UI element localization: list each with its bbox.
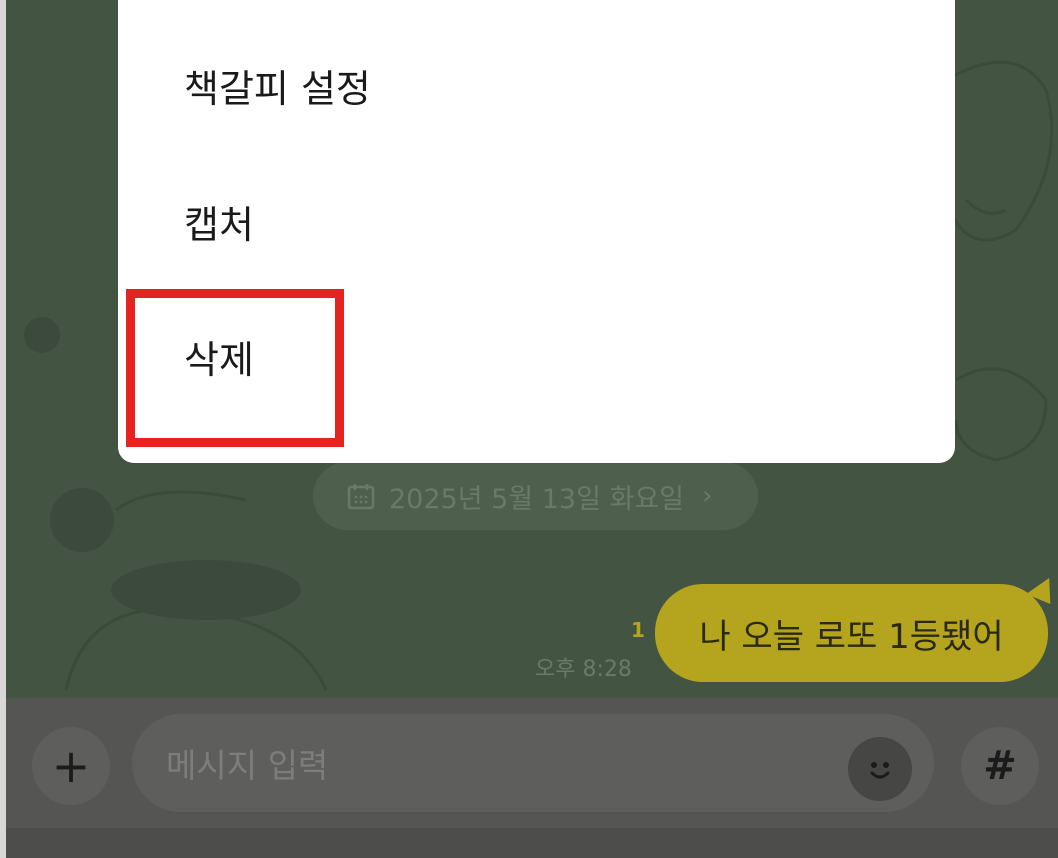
hashtag-button[interactable]: #	[961, 727, 1039, 805]
message-time: 오후 8:28	[535, 657, 632, 682]
date-chip[interactable]: 2025년 5월 13일 화요일 ›	[313, 462, 758, 530]
message-input-placeholder: 메시지 입력	[166, 746, 329, 785]
date-chip-label: 2025년 5월 13일 화요일	[389, 483, 685, 515]
plus-button[interactable]: +	[32, 727, 110, 805]
message-input[interactable]: 메시지 입력	[132, 714, 934, 812]
menu-item-capture[interactable]: 캡처	[184, 201, 254, 249]
bottom-strip	[6, 828, 1058, 858]
menu-item-bookmark[interactable]: 책갈피 설정	[184, 65, 371, 113]
calendar-icon	[347, 484, 375, 510]
delete-highlight-box	[126, 289, 344, 447]
emoji-icon	[870, 762, 890, 779]
emoji-button[interactable]	[848, 737, 912, 801]
unread-count: 1	[631, 618, 645, 642]
chevron-right-icon: ›	[702, 481, 713, 511]
message-bubble[interactable]: 나 오늘 로또 1등됐어	[655, 584, 1048, 682]
